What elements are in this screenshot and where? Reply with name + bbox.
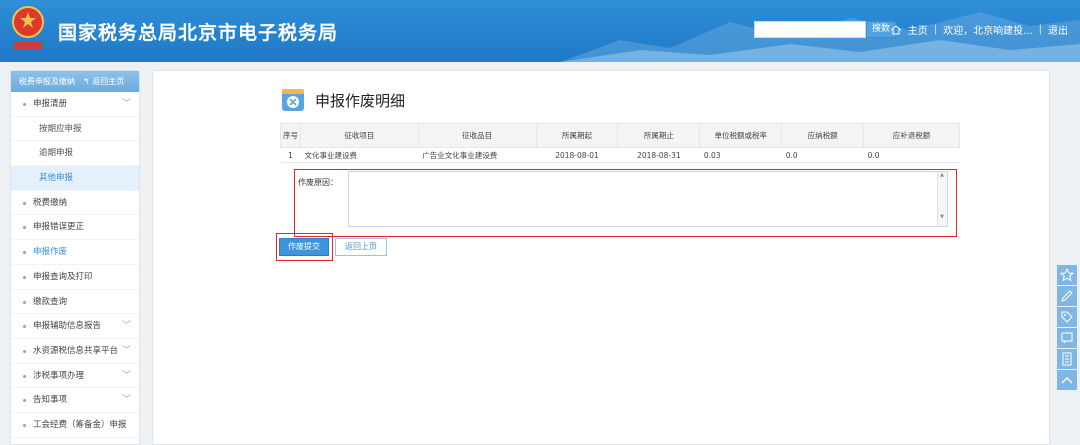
- bullet-icon: [23, 300, 26, 304]
- sidebar-header: 税费申报及缴纳 ↰ 返回主页: [11, 71, 139, 92]
- home-link[interactable]: 主页: [908, 22, 928, 37]
- sidebar-item-label: 水资源税信息共享平台: [33, 345, 119, 356]
- column-header: 征收品目: [417, 123, 537, 148]
- sidebar-item-declaration-list[interactable]: 申报清册 ﹀: [11, 92, 139, 117]
- declaration-table: 序号 征收项目 征收品目 所属期起 所属期止 单位税额或税率 应纳税额 应补退税…: [280, 123, 960, 163]
- sidebar-item-error-correction[interactable]: 申报错误更正: [11, 215, 139, 241]
- bullet-icon: [23, 423, 26, 427]
- sidebar-item-label: 缴款查询: [33, 296, 68, 307]
- page-title: 申报作废明细: [315, 92, 406, 110]
- sidebar-item-label: 申报清册: [33, 99, 68, 109]
- sidebar-item-label: 工会经费（筹备金）申报: [33, 419, 127, 430]
- void-document-icon: [282, 89, 304, 111]
- column-header: 序号: [280, 123, 301, 148]
- bullet-icon: [23, 399, 26, 403]
- column-header: 应纳税额: [781, 123, 865, 148]
- top-header: 国家税务总局北京市电子税务局 搜数 主页 | 欢迎，北京响建投... | 退出: [0, 0, 1080, 62]
- table-header-row: 序号 征收项目 征收品目 所属期起 所属期止 单位税额或税率 应纳税额 应补退税…: [280, 123, 960, 148]
- sidebar-item-label: 税费缴纳: [33, 197, 68, 208]
- chevron-down-icon: ﹀: [121, 99, 131, 109]
- sidebar-item-label: 逾期申报: [39, 148, 74, 159]
- sidebar-subitem-periodic[interactable]: 按期应申报: [11, 117, 139, 142]
- back-home-label: 返回主页: [92, 77, 125, 86]
- edit-pen-icon[interactable]: [1057, 286, 1077, 306]
- national-emblem-icon: [12, 6, 44, 50]
- sidebar-item-label: 按期应申报: [39, 123, 82, 134]
- site-title: 国家税务总局北京市电子税务局: [58, 22, 339, 44]
- back-home-link[interactable]: ↰ 返回主页: [83, 71, 124, 92]
- tag-icon[interactable]: [1057, 307, 1077, 327]
- sidebar-item-label: 申报查询及打印: [33, 271, 93, 282]
- top-links: 主页 | 欢迎，北京响建投... | 退出: [890, 22, 1068, 37]
- bullet-icon: [23, 325, 26, 329]
- chevron-down-icon: ﹀: [121, 395, 131, 406]
- message-icon[interactable]: [1057, 328, 1077, 348]
- search-input[interactable]: [754, 21, 866, 38]
- bullet-icon: [23, 374, 26, 378]
- table-cell: 0.0: [863, 147, 960, 163]
- sidebar-item-query-print[interactable]: 申报查询及打印: [11, 265, 139, 290]
- bullet-icon: [23, 103, 26, 106]
- column-header: 所属期止: [617, 123, 701, 148]
- sidebar-subitem-overdue[interactable]: 逾期申报: [11, 141, 139, 167]
- highlight-box-reason: [294, 169, 957, 237]
- sidebar-item-declaration-void[interactable]: 申报作废: [11, 240, 139, 265]
- highlight-box-submit: [276, 233, 333, 261]
- sidebar-item-label: 申报错误更正: [33, 222, 85, 233]
- bullet-icon: [23, 251, 26, 255]
- chevron-down-icon: ﹀: [121, 321, 131, 332]
- sidebar-item-label: 申报辅助信息报告: [33, 321, 102, 332]
- table-cell: 0.0: [781, 147, 864, 163]
- column-header: 单位税额或税率: [699, 123, 783, 148]
- column-header: 应补退税额: [863, 123, 960, 148]
- sidebar-title: 税费申报及缴纳: [19, 77, 75, 86]
- sidebar-item-water-resource[interactable]: 水资源税信息共享平台 ﹀: [11, 339, 139, 364]
- back-to-top-icon[interactable]: [1057, 370, 1077, 390]
- sidebar-item-union-fee[interactable]: 工会经费（筹备金）申报: [11, 413, 139, 438]
- table-cell: 2018-08-01: [536, 147, 618, 163]
- bullet-icon: [23, 275, 26, 279]
- table-cell: 0.03: [699, 147, 782, 163]
- bullet-icon: [23, 226, 26, 230]
- sidebar-item-label: 其他申报: [39, 173, 74, 184]
- divider: |: [933, 24, 938, 35]
- table-row: 1 文化事业建设费 广告业文化事业建设费 2018-08-01 2018-08-…: [280, 147, 960, 163]
- table-cell: 广告业文化事业建设费: [418, 147, 537, 163]
- column-header: 所属期起: [535, 123, 619, 148]
- sidebar-subitem-other[interactable]: 其他申报: [11, 166, 139, 191]
- welcome-text: 欢迎，北京响建投...: [943, 26, 1033, 37]
- home-icon[interactable]: [890, 24, 902, 35]
- sidebar-item-label: 申报作废: [33, 247, 68, 258]
- sidebar-item-aux-report[interactable]: 申报辅助信息报告 ﹀: [11, 314, 139, 339]
- table-cell: 文化事业建设费: [300, 147, 419, 163]
- sidebar-item-tax-payment[interactable]: 税费缴纳: [11, 191, 139, 216]
- table-cell: 2018-08-31: [617, 147, 700, 163]
- logout-link[interactable]: 退出: [1048, 22, 1068, 37]
- favorite-star-icon[interactable]: [1057, 265, 1077, 285]
- sidebar-item-label: 告知事项: [33, 395, 68, 406]
- back-previous-button[interactable]: 返回上页: [335, 238, 387, 256]
- right-float-toolbar: [1057, 265, 1077, 391]
- column-header: 征收项目: [299, 123, 419, 148]
- bullet-icon: [23, 201, 26, 205]
- sidebar-item-tax-matters[interactable]: 涉税事项办理 ﹀: [11, 364, 139, 389]
- sidebar: 税费申报及缴纳 ↰ 返回主页 申报清册 ﹀ 按期应申报 逾期申报 其他申报 税费缴…: [10, 70, 140, 445]
- sidebar-item-notices[interactable]: 告知事项 ﹀: [11, 388, 139, 413]
- sidebar-item-payment-query[interactable]: 缴款查询: [11, 290, 139, 315]
- chevron-down-icon: ﹀: [121, 370, 131, 381]
- divider: |: [1038, 24, 1042, 35]
- bullet-icon: [23, 349, 26, 353]
- sidebar-item-label: 涉税事项办理: [33, 370, 85, 381]
- chevron-down-icon: ﹀: [121, 345, 131, 356]
- table-cell: 1: [280, 147, 301, 163]
- document-list-icon[interactable]: [1057, 349, 1077, 369]
